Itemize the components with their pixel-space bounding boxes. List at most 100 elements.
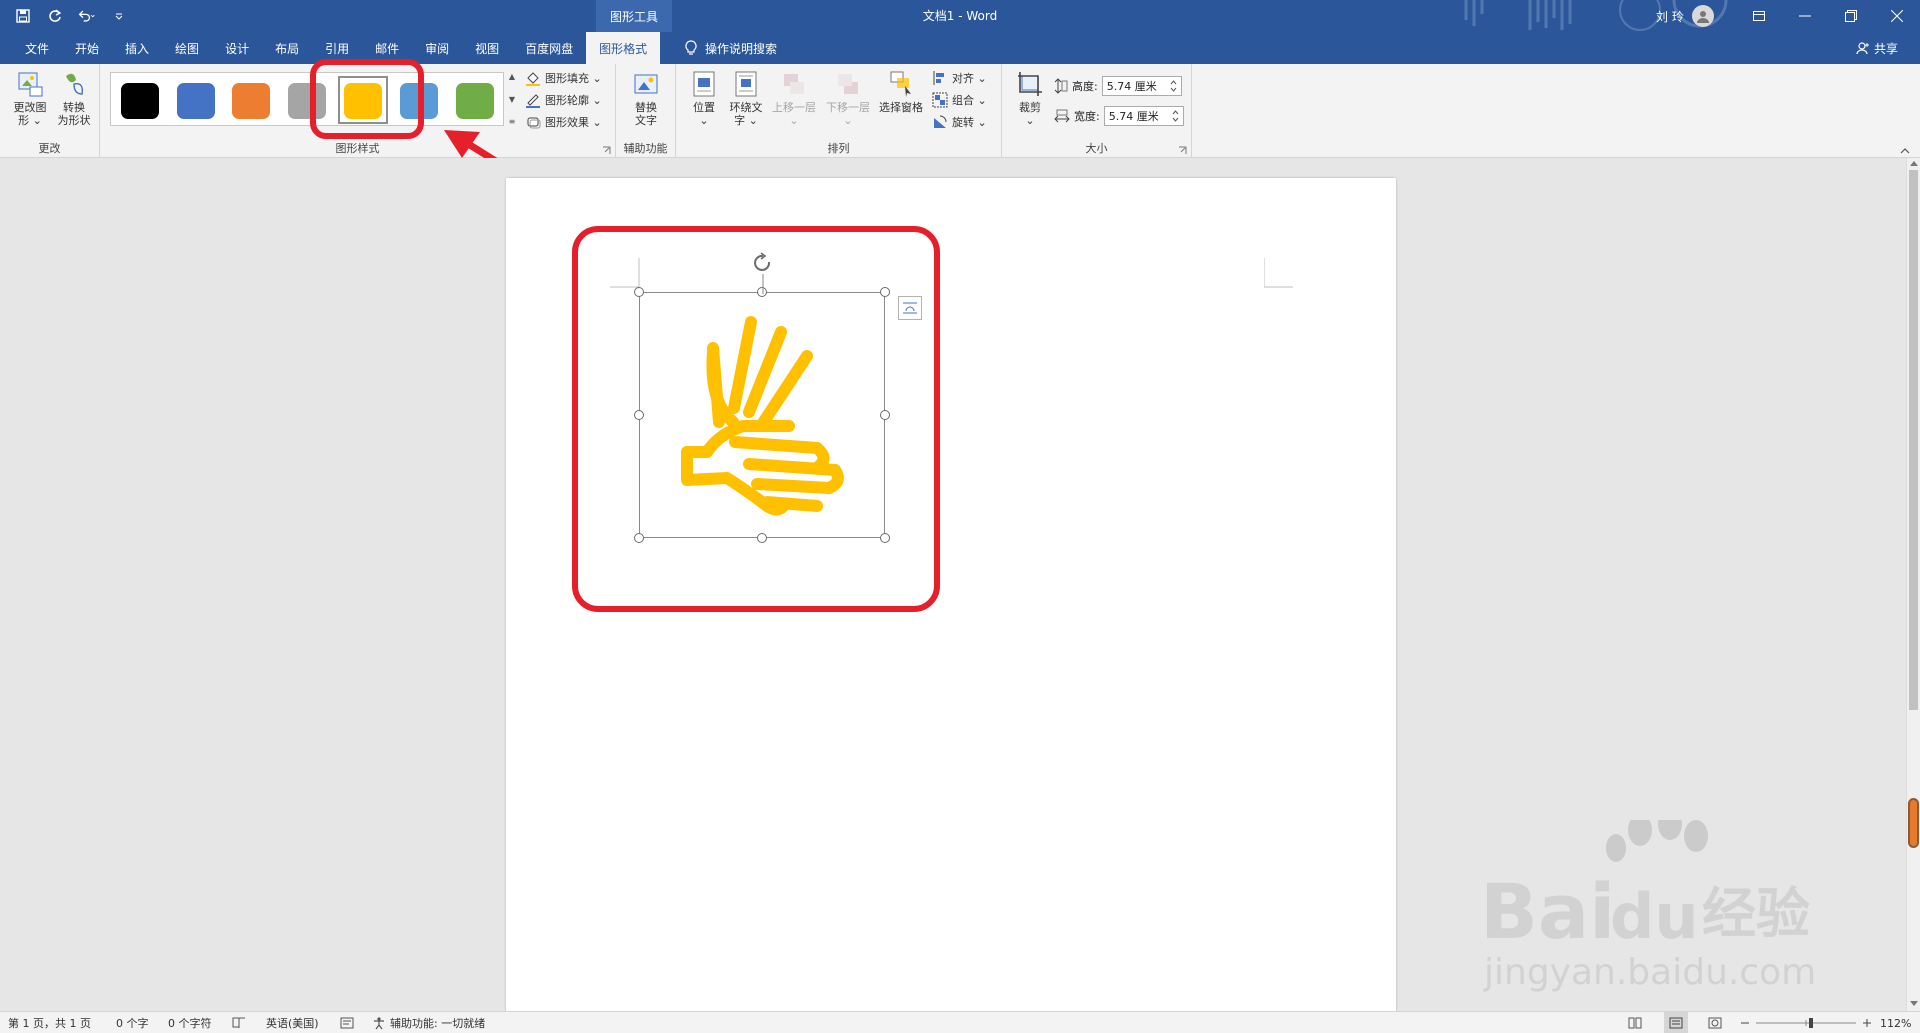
close-icon[interactable]: [1874, 0, 1920, 32]
tab-layout[interactable]: 布局: [262, 32, 312, 64]
spinner-icon[interactable]: [1172, 110, 1179, 122]
dialog-launcher-icon[interactable]: [1178, 146, 1187, 155]
word-count[interactable]: 0 个字: [116, 1012, 149, 1033]
web-layout-button[interactable]: [1708, 1012, 1722, 1033]
zoom-in-icon: [1863, 1019, 1871, 1027]
gallery-more-icon[interactable]: ≡: [509, 117, 516, 126]
avatar[interactable]: [1691, 5, 1714, 27]
quick-access-toolbar: [14, 0, 128, 32]
position-label-1: 位置: [693, 101, 715, 114]
convert-to-shape-button[interactable]: 转换 为形状: [52, 70, 96, 127]
macro-record-icon: [340, 1017, 354, 1029]
change-graphic-label-2: 形 ⌄: [18, 114, 42, 127]
bring-forward-icon: [784, 74, 804, 94]
wrap-text-label-1: 环绕文: [729, 101, 763, 114]
rotate-label: 旋转 ⌄: [952, 116, 987, 129]
annotation-graphic-highlight: [572, 226, 940, 612]
lightbulb-icon: [685, 40, 697, 55]
tell-me-search[interactable]: 操作说明搜索: [685, 32, 777, 64]
graphic-fill-button[interactable]: 图形填充 ⌄: [525, 68, 602, 88]
wrap-text-button[interactable]: 环绕文 字 ⌄: [726, 70, 766, 127]
minimize-icon[interactable]: [1782, 0, 1828, 32]
page-count[interactable]: 第 1 页，共 1 页: [8, 1012, 91, 1033]
convert-shape-icon: [66, 73, 84, 95]
zoom-level[interactable]: 112%: [1880, 1012, 1911, 1033]
width-input[interactable]: 5.74 厘米: [1103, 106, 1184, 126]
macro-status[interactable]: [340, 1012, 354, 1033]
convert-label-1: 转换: [63, 101, 85, 114]
change-graphic-button[interactable]: 更改图 形 ⌄: [8, 70, 52, 127]
alt-text-button[interactable]: 替换 文字: [624, 70, 668, 127]
style-swatch-green[interactable]: [456, 83, 494, 119]
restore-icon[interactable]: [1828, 0, 1874, 32]
group-label-accessibility: 辅助功能: [623, 142, 668, 155]
ribbon-display-icon[interactable]: [1736, 0, 1782, 32]
print-layout-button[interactable]: [1664, 1012, 1688, 1033]
web-layout-icon: [1708, 1017, 1722, 1029]
zoom-in-button[interactable]: [1862, 1012, 1872, 1033]
crop-button[interactable]: 裁剪 ⌄: [1012, 70, 1048, 127]
tab-graphics-format[interactable]: 图形格式: [586, 32, 661, 64]
read-mode-button[interactable]: [1628, 1012, 1642, 1033]
scroll-position-indicator: [1908, 798, 1919, 848]
accessibility-status-label: 辅助功能: 一切就绪: [390, 1017, 486, 1030]
group-label-size: 大小: [1085, 142, 1108, 155]
language-status[interactable]: 英语(美国): [266, 1012, 319, 1033]
scrollbar-thumb[interactable]: [1909, 170, 1918, 710]
zoom-slider-track[interactable]: [1756, 1017, 1856, 1029]
send-backward-button[interactable]: 下移一层 ⌄: [822, 70, 874, 127]
style-swatch-black[interactable]: [121, 83, 159, 119]
share-button[interactable]: 共享: [1856, 32, 1898, 64]
vertical-scrollbar[interactable]: [1906, 158, 1920, 1011]
tab-insert[interactable]: 插入: [112, 32, 162, 64]
width-icon: [1054, 109, 1070, 123]
proofing-status[interactable]: [232, 1012, 246, 1033]
tab-design[interactable]: 设计: [212, 32, 262, 64]
pen-outline-icon: [526, 94, 540, 108]
bring-forward-label-2: ⌄: [789, 114, 799, 127]
style-swatch-orange[interactable]: [232, 83, 270, 119]
gallery-up-icon[interactable]: ▲: [509, 72, 515, 81]
print-layout-icon: [1669, 1017, 1683, 1029]
tab-review[interactable]: 审阅: [412, 32, 462, 64]
gallery-down-icon[interactable]: ▼: [509, 95, 515, 104]
tab-baidu-netdisk[interactable]: 百度网盘: [512, 32, 586, 64]
group-change: 更改图 形 ⌄ 转换 为形状 更改: [0, 64, 100, 158]
customize-qat-icon[interactable]: [110, 7, 128, 25]
scroll-down-icon[interactable]: [1910, 1001, 1918, 1007]
user-account[interactable]: 刘 玲: [1656, 0, 1714, 32]
bring-forward-button[interactable]: 上移一层 ⌄: [768, 70, 820, 127]
group-objects-button[interactable]: 组合 ⌄: [932, 90, 987, 110]
tab-home[interactable]: 开始: [62, 32, 112, 64]
tab-file[interactable]: 文件: [12, 32, 62, 64]
style-swatch-blue[interactable]: [177, 83, 215, 119]
align-button[interactable]: 对齐 ⌄: [932, 68, 987, 88]
height-input[interactable]: 5.74 厘米: [1101, 76, 1182, 96]
tab-view[interactable]: 视图: [462, 32, 512, 64]
collapse-ribbon-icon[interactable]: [1900, 147, 1910, 155]
undo-icon[interactable]: [78, 7, 96, 25]
height-label: 高度:: [1072, 80, 1098, 93]
char-count[interactable]: 0 个字符: [168, 1012, 212, 1033]
graphic-outline-button[interactable]: 图形轮廓 ⌄: [525, 90, 602, 110]
redo-icon[interactable]: [46, 7, 64, 25]
width-label: 宽度:: [1074, 110, 1100, 123]
position-button[interactable]: 位置 ⌄: [686, 70, 722, 127]
user-name: 刘 玲: [1656, 9, 1684, 24]
dialog-launcher-icon[interactable]: [602, 146, 611, 155]
selection-pane-label: 选择窗格: [879, 101, 923, 114]
zoom-slider[interactable]: [1756, 1012, 1856, 1033]
change-graphic-label-1: 更改图: [13, 101, 47, 114]
tab-draw[interactable]: 绘图: [162, 32, 212, 64]
document-area: [0, 158, 1908, 1033]
scroll-up-icon[interactable]: [1910, 160, 1918, 166]
selection-pane-button[interactable]: 选择窗格: [876, 70, 926, 114]
gallery-scroll: ▲ ▼ ≡: [506, 72, 518, 126]
save-icon[interactable]: [14, 7, 32, 25]
accessibility-status[interactable]: 辅助功能: 一切就绪: [372, 1012, 485, 1033]
spinner-icon[interactable]: [1170, 80, 1177, 92]
zoom-out-button[interactable]: [1740, 1012, 1750, 1033]
zoom-out-icon: [1741, 1022, 1749, 1024]
rotate-button[interactable]: 旋转 ⌄: [932, 112, 987, 132]
position-icon: [693, 71, 715, 97]
